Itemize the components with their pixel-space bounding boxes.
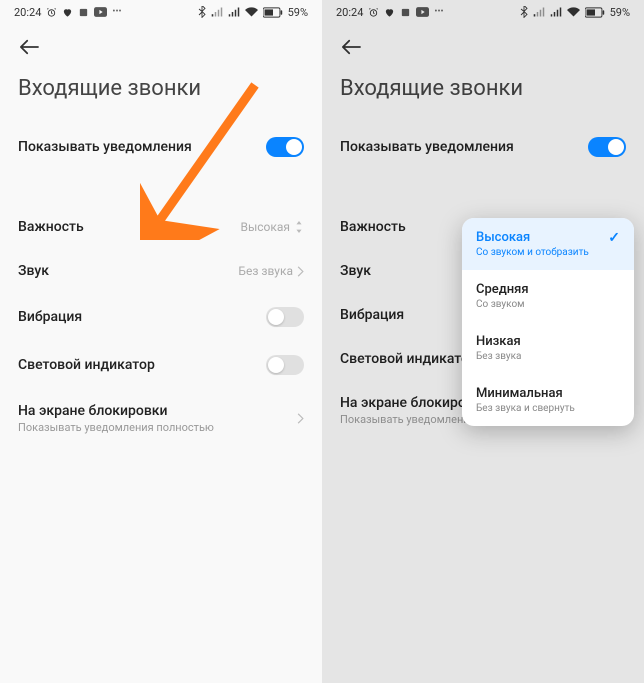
status-bar: 20:24 ••• 59% — [322, 0, 644, 24]
alarm-icon — [46, 7, 57, 18]
popup-option-medium[interactable]: Средняя Со звуком — [462, 270, 634, 322]
importance-label: Важность — [18, 219, 84, 235]
row-importance[interactable]: Важность Высокая — [0, 205, 322, 249]
sound-label: Звук — [18, 263, 49, 279]
lockscreen-sub: Показывать уведомления полностью — [18, 421, 214, 434]
battery-percent: 59% — [610, 6, 630, 19]
youtube-icon — [416, 7, 429, 17]
phone-screen-left: 20:24 ••• 59% Входящие звонки Показывать… — [0, 0, 322, 683]
sort-icon — [294, 221, 304, 233]
popup-option-low[interactable]: Низкая Без звука — [462, 322, 634, 374]
status-more-icon: ••• — [112, 7, 121, 17]
status-bar: 20:24 ••• 59% — [0, 0, 322, 24]
back-button[interactable] — [322, 24, 644, 62]
led-label: Световой индикатор — [340, 351, 477, 367]
battery-percent: 59% — [288, 6, 308, 19]
lockscreen-label: На экране блокировки — [18, 403, 214, 419]
status-more-icon: ••• — [434, 7, 443, 17]
row-lockscreen[interactable]: На экране блокировки Показывать уведомле… — [0, 389, 322, 448]
youtube-icon — [94, 7, 107, 17]
show-notifications-toggle[interactable] — [588, 137, 626, 157]
battery-icon — [585, 7, 605, 18]
check-icon: ✓ — [608, 230, 620, 246]
sound-value: Без звука — [238, 264, 293, 278]
option-title: Низкая — [476, 334, 521, 349]
app-square-icon — [400, 7, 411, 18]
row-sound[interactable]: Звук Без звука — [0, 249, 322, 293]
option-title: Высокая — [476, 230, 589, 245]
option-sub: Без звука и свернуть — [476, 403, 575, 414]
sound-label: Звук — [340, 263, 371, 279]
option-sub: Со звуком — [476, 299, 529, 310]
app-square-icon — [78, 7, 89, 18]
bluetooth-icon — [198, 6, 206, 18]
show-notifications-toggle[interactable] — [266, 137, 304, 157]
phone-screen-right: 20:24 ••• 59% Входящие звонки Показывать… — [322, 0, 644, 683]
vibration-label: Вибрация — [340, 307, 404, 323]
signal-1-icon — [211, 7, 223, 17]
vibration-toggle[interactable] — [266, 307, 304, 327]
alarm-icon — [368, 7, 379, 18]
battery-icon — [263, 7, 283, 18]
arrow-left-icon — [340, 38, 362, 56]
row-vibration[interactable]: Вибрация — [0, 293, 322, 341]
status-time: 20:24 — [14, 6, 41, 19]
importance-label: Важность — [340, 219, 406, 235]
popup-option-minimal[interactable]: Минимальная Без звука и свернуть — [462, 374, 634, 426]
heart-icon — [62, 7, 73, 18]
option-sub: Со звуком и отобразить — [476, 247, 589, 258]
wifi-icon — [567, 7, 580, 17]
led-toggle[interactable] — [266, 355, 304, 375]
bluetooth-icon — [520, 6, 528, 18]
led-label: Световой индикатор — [18, 357, 155, 373]
row-led[interactable]: Световой индикатор — [0, 341, 322, 389]
signal-1-icon — [533, 7, 545, 17]
importance-popup: Высокая Со звуком и отобразить ✓ Средняя… — [462, 218, 634, 426]
back-button[interactable] — [0, 24, 322, 62]
signal-2-icon — [550, 7, 562, 17]
show-notifications-label: Показывать уведомления — [340, 139, 514, 155]
row-show-notifications[interactable]: Показывать уведомления — [322, 123, 644, 171]
popup-option-high[interactable]: Высокая Со звуком и отобразить ✓ — [462, 218, 634, 270]
page-title: Входящие звонки — [322, 62, 644, 123]
chevron-right-icon — [297, 413, 304, 424]
signal-2-icon — [228, 7, 240, 17]
page-title: Входящие звонки — [0, 62, 322, 123]
row-show-notifications[interactable]: Показывать уведомления — [0, 123, 322, 171]
option-sub: Без звука — [476, 351, 521, 362]
status-time: 20:24 — [336, 6, 363, 19]
show-notifications-label: Показывать уведомления — [18, 139, 192, 155]
option-title: Средняя — [476, 282, 529, 297]
vibration-label: Вибрация — [18, 309, 82, 325]
importance-value: Высокая — [240, 220, 290, 234]
chevron-right-icon — [297, 266, 304, 277]
wifi-icon — [245, 7, 258, 17]
heart-icon — [384, 7, 395, 18]
option-title: Минимальная — [476, 386, 575, 401]
arrow-left-icon — [18, 38, 40, 56]
